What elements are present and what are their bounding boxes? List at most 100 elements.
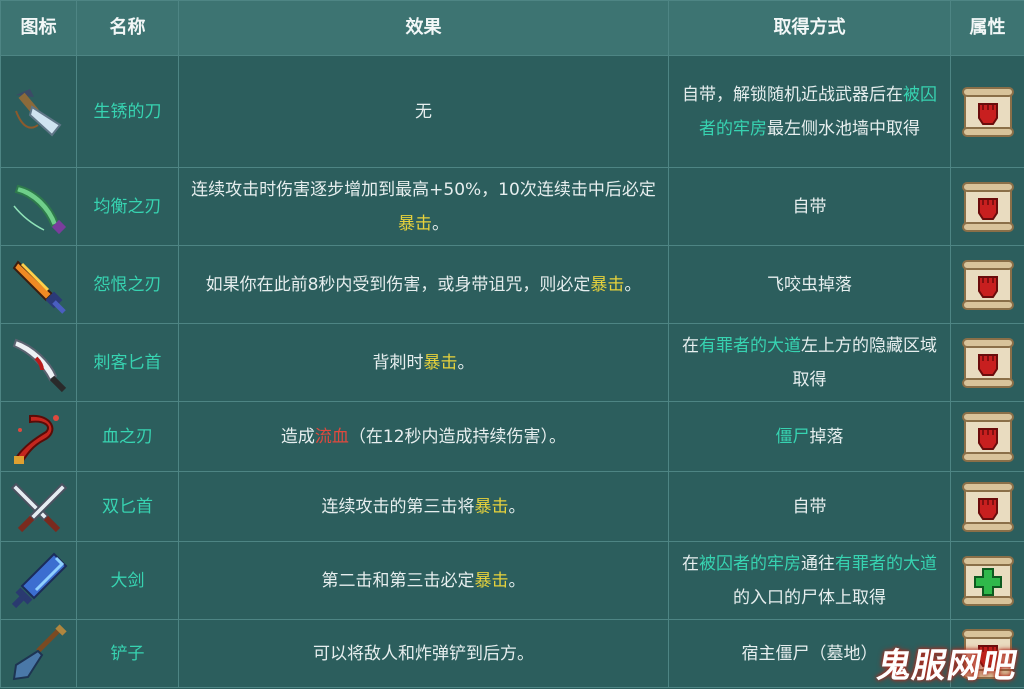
text-segment: 可以将敌人和炸弹铲到后方。 — [313, 643, 534, 664]
text-segment: 宿主僵尸（墓地） — [741, 643, 878, 664]
column-header-effect: 效果 — [178, 0, 669, 56]
brutality-scroll-icon — [951, 179, 1024, 235]
twin-daggers-icon — [1, 476, 76, 538]
blood-sword-grudge-icon — [1, 254, 76, 316]
text-segment: 自带，解锁随机近战武器后在 — [682, 84, 903, 105]
text-segment: 通往 — [801, 553, 835, 574]
weapon-effect: 连续攻击时伤害逐步增加到最高+50%，10次连续击中后必定暴击。 — [178, 167, 669, 246]
attribute-cell — [950, 401, 1024, 472]
text-segment: 。 — [508, 496, 526, 517]
table-row: 怨恨之刃 如果你在此前8秒内受到伤害，或身带诅咒，则必定暴击。 飞咬虫掉落 — [0, 245, 1024, 324]
weapon-obtain-method: 自带 — [668, 167, 951, 246]
text-segment: 自带 — [792, 496, 827, 517]
text-segment: 左上方的隐藏区域取得 — [792, 335, 938, 390]
table-row: 生锈的刀 无 自带，解锁随机近战武器后在被囚者的牢房最左侧水池墙中取得 — [0, 55, 1024, 168]
text-segment: 无 — [415, 101, 432, 122]
balanced-blade-icon — [1, 176, 76, 238]
text-segment: 在 — [682, 335, 699, 356]
table-row: 铲子 可以将敌人和炸弹铲到后方。 宿主僵尸（墓地） — [0, 619, 1024, 688]
weapon-obtain-method: 僵尸掉落 — [668, 401, 951, 472]
text-segment: 有罪者的大道 — [699, 335, 801, 356]
weapon-icon-cell — [0, 323, 77, 402]
weapon-name: 怨恨之刃 — [76, 245, 179, 324]
rusty-sword-icon — [1, 81, 76, 143]
weapon-icon-cell — [0, 167, 77, 246]
attribute-cell — [950, 55, 1024, 168]
text-segment: 。 — [624, 274, 642, 295]
weapon-name: 双匕首 — [76, 471, 179, 542]
weapon-effect: 可以将敌人和炸弹铲到后方。 — [178, 619, 669, 688]
weapon-effect: 背刺时暴击。 — [178, 323, 669, 402]
text-segment: 自带 — [792, 196, 827, 217]
brutality-scroll-icon — [951, 479, 1024, 535]
table-row: 大剑 第二击和第三击必定暴击。 在被囚者的牢房通往有罪者的大道的入口的尸体上取得 — [0, 541, 1024, 620]
text-segment: 背刺时 — [372, 352, 424, 373]
weapon-icon-cell — [0, 55, 77, 168]
weapon-name: 刺客匕首 — [76, 323, 179, 402]
text-segment: 暴击 — [474, 496, 509, 517]
table-row: 血之刃 造成流血（在12秒内造成持续伤害）。 僵尸掉落 — [0, 401, 1024, 472]
text-segment: （在12秒内造成持续伤害）。 — [348, 426, 567, 447]
weapons-table: 图标 名称 效果 取得方式 属性 生锈的刀 无 自带，解锁随机近战武器后在被囚者的牢… — [0, 0, 1024, 688]
text-segment: 暴击 — [398, 213, 432, 234]
weapon-effect: 连续攻击的第三击将暴击。 — [178, 471, 669, 542]
text-segment: 流血 — [314, 426, 349, 447]
weapon-obtain-method: 自带 — [668, 471, 951, 542]
attribute-cell — [950, 471, 1024, 542]
column-header-icon: 图标 — [0, 0, 77, 56]
weapon-obtain-method: 飞咬虫掉落 — [668, 245, 951, 324]
weapon-icon-cell — [0, 245, 77, 324]
weapon-icon-cell — [0, 401, 77, 472]
table-row: 均衡之刃 连续攻击时伤害逐步增加到最高+50%，10次连续击中后必定暴击。 自带 — [0, 167, 1024, 246]
column-header-attribute: 属性 — [950, 0, 1024, 56]
weapon-name: 血之刃 — [76, 401, 179, 472]
weapon-effect: 造成流血（在12秒内造成持续伤害）。 — [178, 401, 669, 472]
text-segment: 如果你在此前8秒内受到伤害，或身带诅咒，则必定 — [205, 274, 591, 295]
table-header-row: 图标 名称 效果 取得方式 属性 — [0, 0, 1024, 56]
weapon-icon-cell — [0, 619, 77, 688]
weapon-effect: 第二击和第三击必定暴击。 — [178, 541, 669, 620]
text-segment: 暴击 — [474, 570, 509, 591]
text-segment: 掉落 — [809, 426, 844, 447]
text-segment: 飞咬虫掉落 — [767, 274, 852, 295]
attribute-cell — [950, 323, 1024, 402]
text-segment: 。 — [508, 570, 526, 591]
weapon-obtain-method: 在被囚者的牢房通往有罪者的大道的入口的尸体上取得 — [668, 541, 951, 620]
column-header-obtain: 取得方式 — [668, 0, 951, 56]
weapon-obtain-method: 在有罪者的大道左上方的隐藏区域取得 — [668, 323, 951, 402]
text-segment: 暴击 — [423, 352, 458, 373]
brutality-scroll-icon — [951, 257, 1024, 313]
table-row: 双匕首 连续攻击的第三击将暴击。 自带 — [0, 471, 1024, 542]
text-segment: 造成 — [280, 426, 315, 447]
survival-scroll-icon — [951, 553, 1024, 609]
brutality-scroll-icon — [951, 335, 1024, 391]
attribute-cell — [950, 541, 1024, 620]
brutality-scroll-icon — [951, 409, 1024, 465]
text-segment: 。 — [432, 213, 449, 234]
weapon-icon-cell — [0, 471, 77, 542]
weapon-effect: 无 — [178, 55, 669, 168]
shovel-icon — [1, 623, 76, 685]
weapon-name: 大剑 — [76, 541, 179, 620]
text-segment: 连续攻击的第三击将 — [321, 496, 475, 517]
watermark: 鬼服网吧 — [873, 646, 1021, 686]
attribute-cell — [950, 167, 1024, 246]
weapon-effect: 如果你在此前8秒内受到伤害，或身带诅咒，则必定暴击。 — [178, 245, 669, 324]
text-segment: 有罪者的大道 — [835, 553, 937, 574]
column-header-name: 名称 — [76, 0, 179, 56]
text-segment: 僵尸 — [775, 426, 810, 447]
attribute-cell — [950, 245, 1024, 324]
table-body: 生锈的刀无自带，解锁随机近战武器后在被囚者的牢房最左侧水池墙中取得 均衡之刃 连续攻… — [0, 55, 1024, 688]
assassin-dagger-icon — [1, 332, 76, 394]
weapon-name: 均衡之刃 — [76, 167, 179, 246]
weapon-name: 铲子 — [76, 619, 179, 688]
text-segment: 暴击 — [590, 274, 625, 295]
text-segment: 被囚者的牢房 — [699, 553, 801, 574]
text-segment: 连续攻击时伤害逐步增加到最高+50%，10次连续击中后必定 — [191, 179, 656, 200]
text-segment: 。 — [457, 352, 475, 373]
table-row: 刺客匕首 背刺时暴击。 在有罪者的大道左上方的隐藏区域取得 — [0, 323, 1024, 402]
broadsword-icon — [1, 550, 76, 612]
text-segment: 最左侧水池墙中取得 — [767, 118, 920, 139]
weapon-name: 生锈的刀 — [76, 55, 179, 168]
weapon-obtain-method: 自带，解锁随机近战武器后在被囚者的牢房最左侧水池墙中取得 — [668, 55, 951, 168]
